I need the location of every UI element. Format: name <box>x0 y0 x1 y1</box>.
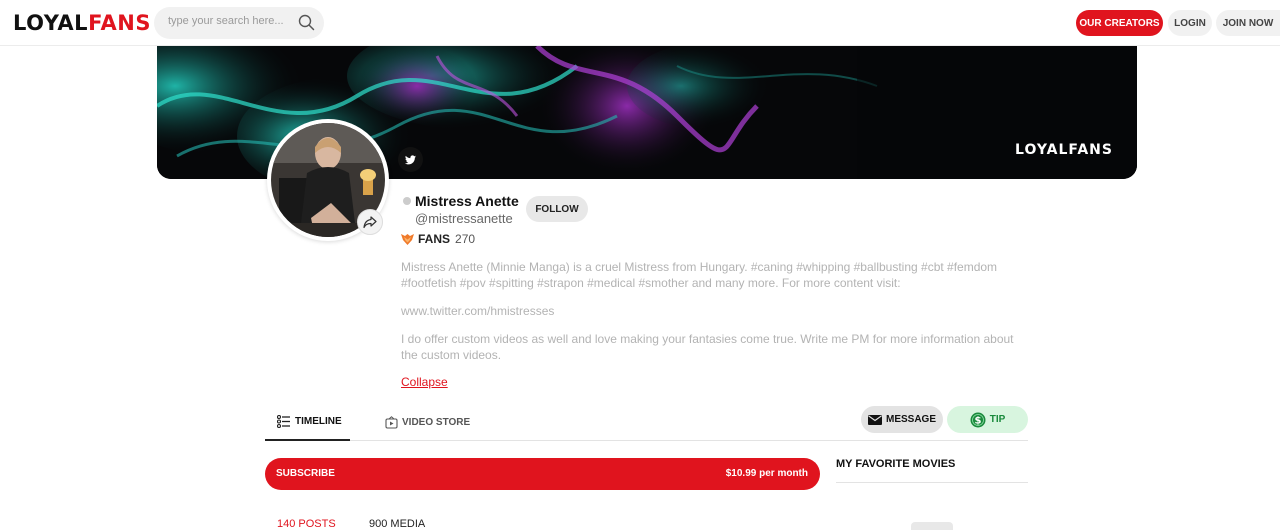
search-input[interactable] <box>168 15 288 27</box>
tab-video-store[interactable]: VIDEO STORE <box>385 404 470 441</box>
sidebar-placeholder <box>911 522 953 530</box>
message-label: MESSAGE <box>885 414 936 425</box>
join-now-button[interactable]: JOIN NOW <box>1216 10 1280 36</box>
message-button[interactable]: MESSAGE <box>861 406 943 433</box>
search-box <box>154 7 324 39</box>
search-icon[interactable] <box>298 14 315 31</box>
posts-count-tab[interactable]: 140 POSTS <box>277 518 336 530</box>
banner-watermark: LOYALFANS <box>1015 142 1113 158</box>
online-status-dot <box>403 197 411 205</box>
subscribe-label: SUBSCRIBE <box>276 468 335 479</box>
our-creators-button[interactable]: OUR CREATORS <box>1076 10 1163 36</box>
share-button[interactable] <box>357 209 383 235</box>
fans-icon <box>401 233 414 245</box>
timeline-icon <box>277 415 290 428</box>
share-icon <box>363 216 377 229</box>
collapse-link[interactable]: Collapse <box>401 375 448 389</box>
message-icon <box>867 414 882 425</box>
tip-button[interactable]: $ TIP <box>947 406 1028 433</box>
subscribe-button[interactable]: SUBSCRIBE $10.99 per month <box>265 458 820 490</box>
fans-counter: FANS 270 <box>401 232 475 246</box>
follow-button[interactable]: FOLLOW <box>526 196 588 222</box>
twitter-icon <box>405 154 416 164</box>
profile-name: Mistress Anette <box>415 193 519 209</box>
divider <box>836 482 1028 483</box>
subscribe-price: $10.99 per month <box>725 468 808 479</box>
twitter-button[interactable] <box>398 147 423 172</box>
bio-paragraph: I do offer custom videos as well and lov… <box>401 332 1014 362</box>
bio-paragraph: Mistress Anette (Minnie Manga) is a crue… <box>401 260 998 290</box>
top-navbar: LOYALFANS OUR CREATORS LOGIN JOIN NOW <box>0 0 1280 46</box>
tab-timeline-label: TIMELINE <box>295 416 342 427</box>
login-button[interactable]: LOGIN <box>1168 10 1212 36</box>
tab-timeline[interactable]: TIMELINE <box>265 404 350 441</box>
video-store-icon <box>385 416 398 429</box>
svg-text:$: $ <box>974 415 981 426</box>
tab-video-store-label: VIDEO STORE <box>402 417 471 428</box>
media-count-tab[interactable]: 900 MEDIA <box>369 518 425 530</box>
bio-link[interactable]: www.twitter.com/hmistresses <box>401 303 1031 319</box>
tip-label: TIP <box>989 414 1006 425</box>
tip-icon: $ <box>970 412 986 427</box>
fans-label: FANS <box>418 232 451 246</box>
profile-tabs: TIMELINE VIDEO STORE MESSAGE $ TIP <box>265 404 1028 441</box>
logo-text-fans: FANS <box>88 11 151 35</box>
site-logo[interactable]: LOYALFANS <box>13 11 151 35</box>
favorite-movies-title: MY FAVORITE MOVIES <box>836 458 956 470</box>
logo-text-loyal: LOYAL <box>13 11 89 35</box>
profile-handle: @mistressanette <box>415 211 513 226</box>
profile-bio: Mistress Anette (Minnie Manga) is a crue… <box>401 259 1031 375</box>
fans-count: 270 <box>455 232 476 246</box>
